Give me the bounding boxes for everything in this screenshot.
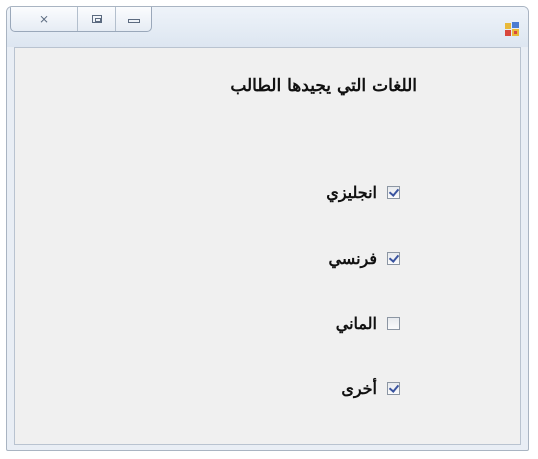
checkbox-option-other[interactable]: أخرى [341, 379, 400, 398]
form-client-area [14, 47, 521, 445]
option-label-english: انجليزي [326, 183, 377, 202]
maximize-button[interactable] [77, 7, 115, 31]
form-heading: اللغات التي يجيدها الطالب [230, 76, 417, 96]
checkbox-english[interactable] [387, 186, 400, 199]
checkbox-german[interactable] [387, 317, 400, 330]
app-icon [505, 22, 519, 36]
minimize-icon [127, 19, 140, 23]
checkbox-french[interactable] [387, 252, 400, 265]
title-bar[interactable]: ⨯ [7, 7, 528, 47]
close-icon: ⨯ [38, 12, 50, 26]
caption-buttons: ⨯ [10, 7, 152, 32]
option-label-french: فرنسي [328, 249, 377, 268]
minimize-button[interactable] [115, 7, 151, 31]
checkbox-option-german[interactable]: الماني [336, 314, 400, 333]
form-window: ⨯ [6, 6, 529, 451]
checkbox-option-english[interactable]: انجليزي [326, 183, 400, 202]
option-label-other: أخرى [341, 379, 377, 398]
checkbox-option-french[interactable]: فرنسي [328, 249, 400, 268]
maximize-icon [91, 15, 102, 23]
checkbox-other[interactable] [387, 382, 400, 395]
close-button[interactable]: ⨯ [11, 7, 77, 31]
option-label-german: الماني [335, 314, 377, 333]
